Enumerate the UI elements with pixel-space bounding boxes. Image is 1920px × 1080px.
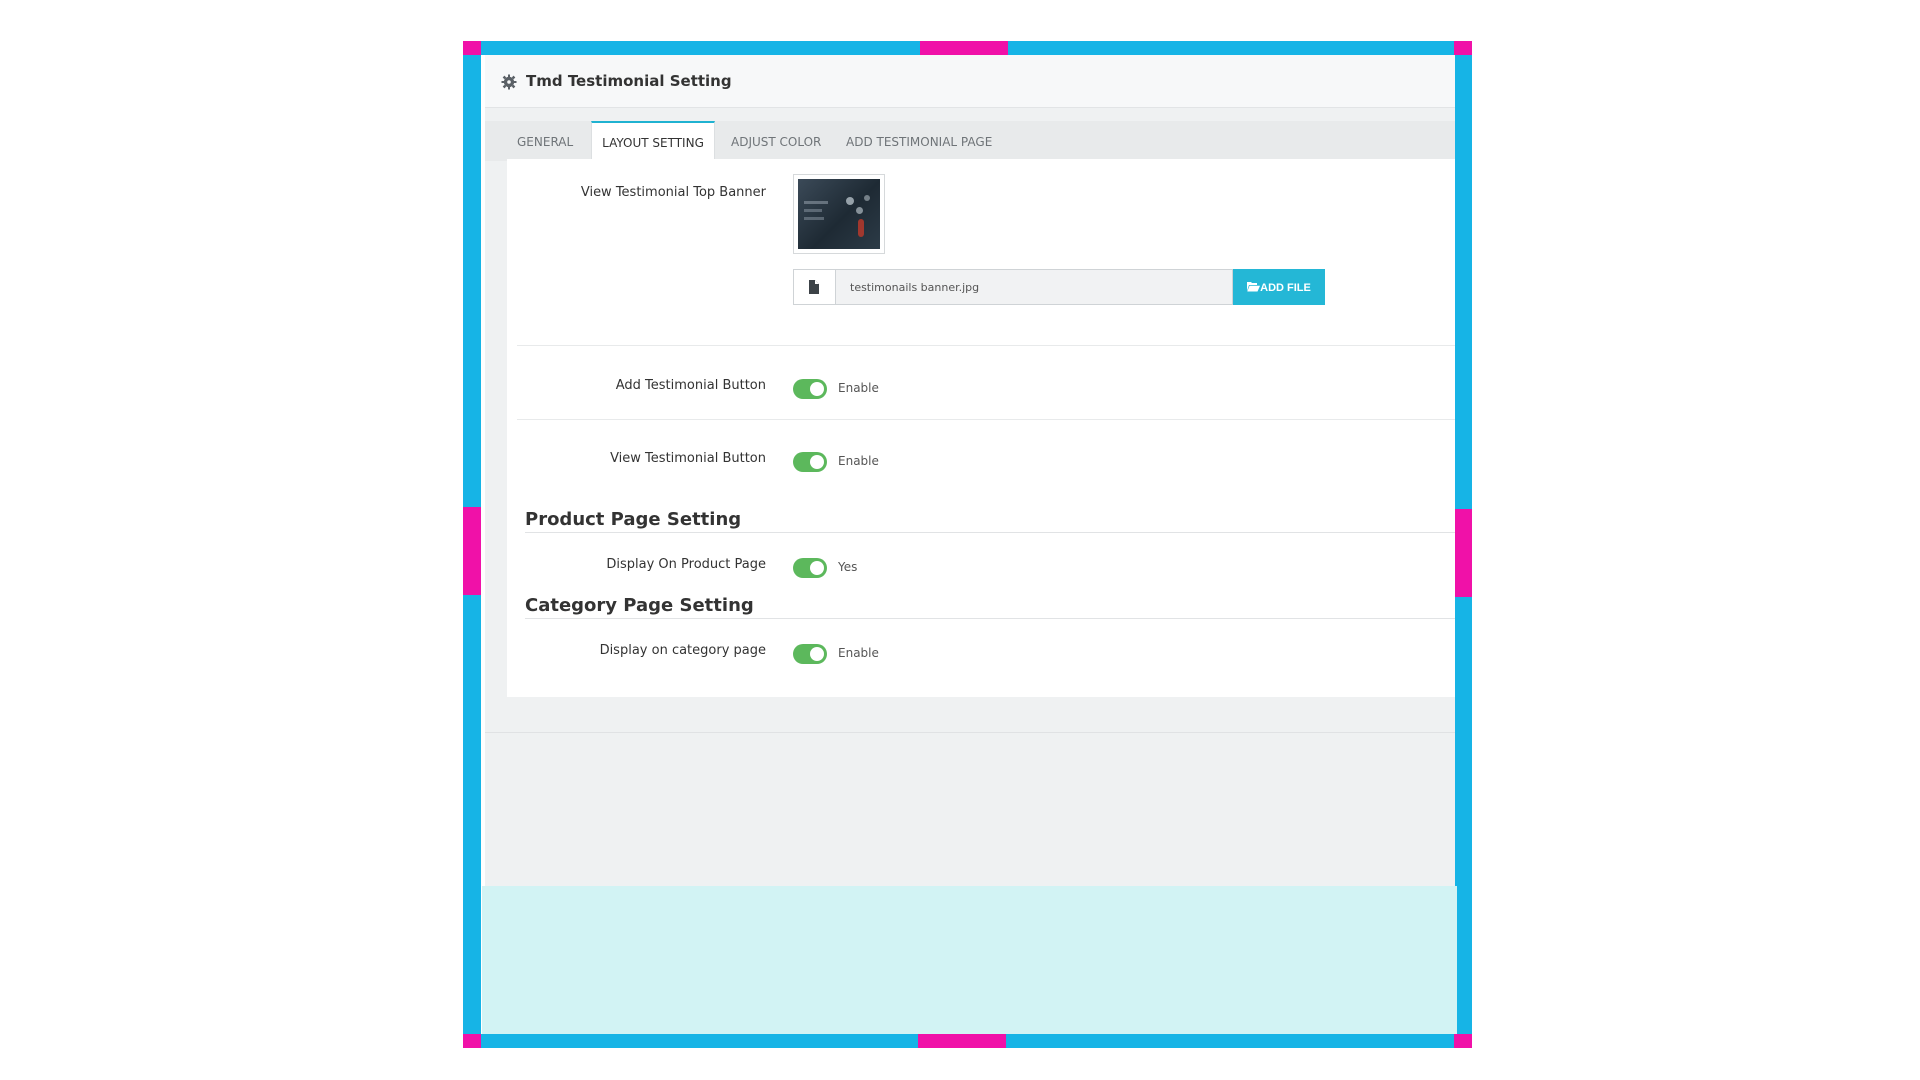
- gear-icon: [501, 74, 517, 90]
- banner-label: View Testimonial Top Banner: [580, 185, 766, 200]
- row-divider: [517, 345, 1455, 346]
- folder-open-icon: [1247, 282, 1261, 292]
- product-page-section-title: Product Page Setting: [525, 509, 742, 530]
- display-on-category-page-toggle[interactable]: [793, 644, 827, 664]
- frame-corner-tr: [1454, 41, 1472, 55]
- display-on-product-page-state: Yes: [838, 560, 858, 574]
- category-page-section-title: Category Page Setting: [525, 595, 754, 616]
- frame-mid-bottom: [918, 1034, 1006, 1048]
- toggle-knob: [810, 647, 824, 661]
- frame-mid-left: [463, 507, 481, 595]
- section-rule: [525, 618, 1455, 619]
- display-on-category-page-label: Display on category page: [599, 643, 766, 658]
- add-testimonial-button-state: Enable: [838, 381, 879, 395]
- banner-thumbnail[interactable]: [793, 174, 885, 254]
- file-icon: [809, 280, 819, 294]
- frame-corner-tl: [463, 41, 481, 55]
- tab-adjust-color[interactable]: ADJUST COLOR: [731, 121, 821, 161]
- view-testimonial-button-label: View Testimonial Button: [610, 451, 766, 466]
- row-divider: [517, 419, 1455, 420]
- add-file-label: ADD FILE: [1260, 282, 1311, 294]
- banner-image: [798, 179, 880, 249]
- view-testimonial-button-state: Enable: [838, 454, 879, 468]
- tab-add-testimonial-page[interactable]: ADD TESTIMONIAL PAGE: [846, 121, 992, 161]
- section-rule: [525, 532, 1455, 533]
- view-testimonial-button-toggle[interactable]: [793, 452, 827, 472]
- frame-mid-top: [920, 41, 1008, 55]
- toggle-knob: [810, 382, 824, 396]
- page-title: Tmd Testimonial Setting: [526, 72, 732, 90]
- banner-file-name-field[interactable]: [836, 270, 1232, 304]
- panel-header: Tmd Testimonial Setting: [485, 55, 1455, 108]
- frame-corner-bl: [463, 1034, 481, 1048]
- display-on-product-page-toggle[interactable]: [793, 558, 827, 578]
- frame-corner-br: [1454, 1034, 1472, 1048]
- tab-bar: GENERAL LAYOUT SETTING ADJUST COLOR ADD …: [485, 121, 1455, 163]
- display-on-category-page-state: Enable: [838, 646, 879, 660]
- tab-content: View Testimonial Top Banner testimonails…: [507, 159, 1455, 697]
- add-file-button[interactable]: ADD FILE: [1233, 269, 1325, 305]
- toggle-knob: [810, 561, 824, 575]
- panel-footer-divider: [485, 732, 1455, 733]
- bottom-highlight-area: [482, 886, 1457, 1034]
- frame-mid-right: [1454, 509, 1472, 597]
- file-icon-box: [794, 270, 836, 304]
- add-testimonial-button-toggle[interactable]: [793, 379, 827, 399]
- add-testimonial-button-label: Add Testimonial Button: [615, 378, 766, 393]
- toggle-knob: [810, 455, 824, 469]
- tab-general[interactable]: GENERAL: [517, 121, 573, 161]
- tab-layout-setting[interactable]: LAYOUT SETTING: [591, 121, 715, 163]
- banner-file-input-group: [793, 269, 1233, 305]
- display-on-product-page-label: Display On Product Page: [606, 557, 766, 572]
